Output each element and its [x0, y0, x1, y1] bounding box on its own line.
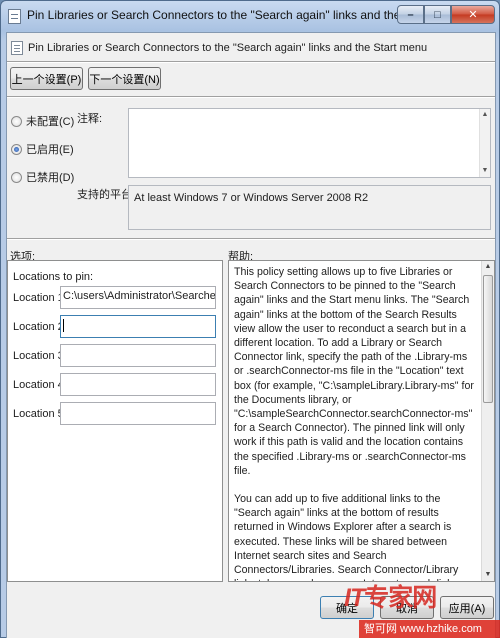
help-text: This policy setting allows up to five Li…: [234, 265, 479, 581]
close-button[interactable]: ✕: [451, 5, 495, 24]
title-bar[interactable]: Pin Libraries or Search Connectors to th…: [1, 1, 500, 31]
help-paragraph-2: You can add up to five additional links …: [234, 493, 461, 581]
location-2-row: Location 2: [13, 315, 216, 338]
help-paragraph-1: This policy setting allows up to five Li…: [234, 266, 474, 477]
minimize-icon: –: [407, 8, 414, 21]
minimize-button[interactable]: –: [397, 5, 424, 24]
location-5-label: Location 5: [13, 407, 64, 420]
supported-platforms-value: At least Windows 7 or Windows Server 200…: [128, 185, 491, 230]
radio-disabled-label: 已禁用(D): [26, 172, 75, 184]
help-panel: This policy setting allows up to five Li…: [228, 260, 495, 582]
radio-disabled-dot[interactable]: [11, 171, 22, 183]
location-2-input[interactable]: [60, 315, 216, 338]
location-4-input[interactable]: [60, 373, 216, 396]
header-divider: [7, 61, 495, 63]
next-setting-button[interactable]: 下一个设置(N): [88, 67, 161, 90]
watermark-logo-cn: 专家网: [364, 584, 437, 612]
location-5-input[interactable]: [60, 402, 216, 425]
help-scroll-up-icon[interactable]: ▲: [483, 261, 493, 273]
setting-document-icon: [11, 41, 23, 55]
location-4-row: Location 4: [13, 373, 216, 396]
policy-document-icon: [8, 9, 21, 24]
location-3-input[interactable]: [60, 344, 216, 367]
comment-label: 注释:: [77, 113, 103, 125]
location-3-row: Location 3: [13, 344, 216, 367]
location-1-row: Location 1 C:\users\Administrator\Search…: [13, 286, 216, 309]
radio-enabled[interactable]: 已启用(E): [11, 141, 74, 157]
toolbar-divider: [7, 96, 495, 98]
location-4-label: Location 4: [13, 378, 64, 391]
radio-not-configured[interactable]: 未配置(C): [11, 113, 74, 129]
radio-enabled-label: 已启用(E): [26, 144, 74, 156]
location-3-label: Location 3: [13, 349, 64, 362]
location-5-row: Location 5: [13, 402, 216, 425]
options-panel: Locations to pin: Location 1 C:\users\Ad…: [7, 260, 223, 582]
help-scroll-thumb[interactable]: [483, 275, 493, 403]
radio-enabled-dot[interactable]: [11, 143, 22, 155]
watermark-logo: IT专家网: [344, 578, 437, 614]
location-1-label: Location 1: [13, 291, 64, 304]
comment-scrollbar[interactable]: ▲ ▼: [479, 109, 490, 177]
previous-setting-button[interactable]: 上一个设置(P): [10, 67, 83, 90]
help-scroll-down-icon[interactable]: ▼: [483, 569, 493, 581]
location-2-label: Location 2: [13, 320, 64, 333]
supported-platforms-label: 支持的平台:: [77, 189, 136, 201]
middle-divider: [7, 238, 495, 240]
window-frame: Pin Libraries or Search Connectors to th…: [0, 0, 500, 638]
close-icon: ✕: [468, 9, 478, 21]
apply-button[interactable]: 应用(A): [440, 596, 494, 619]
location-1-input[interactable]: C:\users\Administrator\Searches\MSDN.osd…: [60, 286, 216, 309]
radio-not-configured-label: 未配置(C): [26, 116, 75, 128]
scroll-up-icon[interactable]: ▲: [480, 109, 490, 121]
comment-textarea[interactable]: ▲ ▼: [128, 108, 491, 178]
watermark-logo-latin: IT: [344, 584, 365, 612]
maximize-button[interactable]: □: [424, 5, 451, 24]
watermark-url: 智可网 www.hzhike.com: [359, 620, 500, 638]
maximize-icon: □: [434, 8, 441, 21]
window-controls: – □ ✕: [397, 5, 495, 24]
setting-title: Pin Libraries or Search Connectors to th…: [28, 42, 428, 54]
radio-not-configured-dot[interactable]: [11, 115, 22, 127]
scroll-down-icon[interactable]: ▼: [480, 165, 490, 177]
locations-heading: Locations to pin:: [13, 271, 94, 283]
help-scrollbar[interactable]: ▲ ▼: [481, 261, 494, 581]
text-caret: [63, 319, 64, 332]
radio-disabled[interactable]: 已禁用(D): [11, 169, 74, 185]
dialog-client-area: Pin Libraries or Search Connectors to th…: [6, 32, 496, 638]
